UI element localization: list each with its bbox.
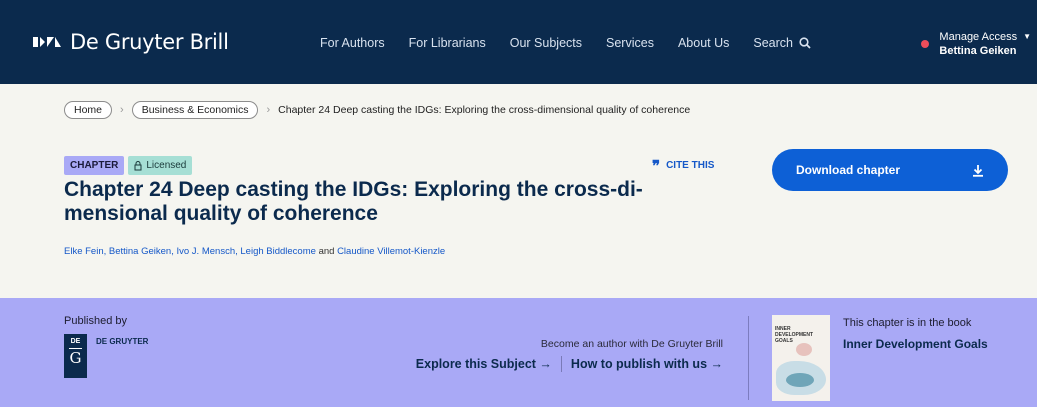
cite-this-button[interactable]: ❞ CITE THIS [652,156,715,175]
cite-label: CITE THIS [666,160,715,171]
search-label: Search [753,36,793,50]
author-link[interactable]: Leigh Biddlecome [240,246,316,257]
nav-services[interactable]: Services [606,36,654,50]
author-link[interactable]: Claudine Villemot-Kienzle [337,246,445,257]
book-cover-title: INNER DEVELOPMENT GOALS [775,326,814,344]
breadcrumb-category[interactable]: Business & Economics [131,101,259,119]
publisher-logo[interactable]: DE G [64,334,87,378]
account-menu[interactable]: Manage Access Bettina Geiken ▼ [921,30,1031,58]
site-header: De Gruyter Brill For Authors For Librari… [0,0,1037,84]
authors-joiner: and [318,246,335,257]
link-divider [560,356,562,372]
manage-access-label: Manage Access [939,31,1018,43]
nav-for-authors[interactable]: For Authors [320,36,385,50]
author-cta-links: Explore this Subject → How to publish wi… [360,356,723,372]
chevron-down-icon: ▼ [1023,32,1031,41]
nav-about-us[interactable]: About Us [678,36,729,50]
how-to-publish-link[interactable]: How to publish with us → [571,357,723,371]
publisher-name: DE GRUYTER [96,337,149,346]
licensed-badge: Licensed [128,156,193,175]
book-cover[interactable]: INNER DEVELOPMENT GOALS [772,315,830,401]
download-chapter-button[interactable]: Download chapter [772,149,1008,191]
download-icon [973,164,983,177]
brand-mark-icon [32,34,62,50]
breadcrumb-current: Chapter 24 Deep casting the IDGs: Explor… [278,104,691,116]
user-name: Bettina Geiken [939,45,1017,57]
publisher-logo-letter: G [69,349,82,367]
breadcrumb-home[interactable]: Home [64,101,113,119]
chapter-hero: Home › Business & Economics › Chapter 24… [0,84,1037,298]
search-button[interactable]: Search [753,36,811,50]
section-divider [748,316,749,400]
book-note: This chapter is in the book [843,317,972,329]
main-nav: For Authors For Librarians Our Subjects … [320,36,811,50]
chevron-right-icon: › [266,104,271,116]
publisher-band: Published by DE G DE GRUYTER Become an a… [0,298,1037,407]
breadcrumb: Home › Business & Economics › Chapter 24… [64,101,690,119]
nav-our-subjects[interactable]: Our Subjects [510,36,582,50]
lock-icon [134,160,142,170]
search-icon [799,37,811,49]
chapter-badge: CHAPTER [64,156,125,175]
book-title-link[interactable]: Inner Development Goals [843,337,988,351]
brand-name: De Gruyter Brill [70,30,229,54]
download-label: Download chapter [796,163,901,177]
nav-for-librarians[interactable]: For Librarians [409,36,486,50]
brand-logo[interactable]: De Gruyter Brill [32,30,229,54]
author-cta-text: Become an author with De Gruyter Brill [540,338,723,350]
account-text: Manage Access Bettina Geiken [939,30,1017,58]
quote-icon: ❞ [652,156,661,175]
badge-row: CHAPTER Licensed [64,156,193,175]
licensed-label: Licensed [146,160,187,171]
published-by-label: Published by [64,315,127,327]
chapter-title: Chapter 24 Deep casting the IDGs: Explor… [64,178,643,225]
author-link[interactable]: Ivo J. Mensch [177,246,236,257]
author-list: Elke Fein, Bettina Geiken, Ivo J. Mensch… [64,246,446,257]
explore-subject-link[interactable]: Explore this Subject → [416,357,552,371]
chevron-right-icon: › [120,104,124,116]
author-link[interactable]: Elke Fein [64,246,104,257]
status-dot-icon [921,40,930,48]
author-link[interactable]: Bettina Geiken [109,246,171,257]
publisher-logo-initials: DE [70,338,81,345]
